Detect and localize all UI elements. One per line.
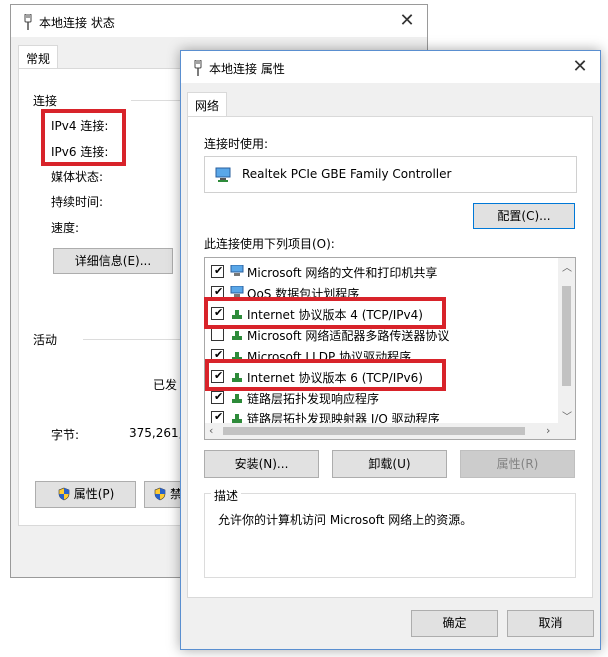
properties-window-titlebar[interactable]: 本地连接 属性 ✕ [181,51,600,83]
tab-networking[interactable]: 网络 [187,92,228,117]
checkmark-icon: ✔ [214,306,224,319]
duration-label: 持续时间: [51,195,104,209]
details-button[interactable]: 详细信息(E)... [53,248,173,274]
bytes-label: 字节: [51,428,80,442]
list-item[interactable]: Microsoft 网络适配器多路传送器协议 [205,325,555,345]
protocol-icon [232,373,242,382]
list-item-label: Microsoft 网络适配器多路传送器协议 [247,329,450,343]
list-item-label: Internet 协议版本 4 (TCP/IPv4) [247,308,423,322]
list-item[interactable]: ✔ 链路层拓扑发现响应程序 [205,388,555,408]
connection-section-header: 连接 [33,94,58,108]
description-text: 允许你的计算机访问 Microsoft 网络上的资源。 [218,513,473,527]
uninstall-button[interactable]: 卸载(U) [332,450,447,478]
checkmark-icon: ✔ [214,410,224,423]
properties-window-title: 本地连接 属性 [209,62,285,76]
protocol-icon [232,352,242,361]
checkbox[interactable]: ✔ [211,390,224,404]
checkmark-icon: ✔ [214,264,224,277]
h-scroll-thumb[interactable] [223,427,525,435]
items-list[interactable]: ✔ Microsoft 网络的文件和打印机共享 ✔ QoS 数据包计划程序 ✔ … [204,257,576,440]
network-adapter-icon [215,167,231,182]
list-item[interactable]: ✔ Microsoft LLDP 协议驱动程序 [205,346,555,366]
horizontal-scrollbar[interactable]: ‹ › [205,423,575,439]
list-item-label: Microsoft 网络的文件和打印机共享 [247,266,438,280]
network-plug-icon [194,60,202,76]
scroll-down-icon[interactable]: ﹀ [562,408,572,423]
cancel-button[interactable]: 取消 [507,610,594,637]
network-service-icon [230,286,244,297]
items-list-label: 此连接使用下列项目(O): [204,237,335,251]
checkbox[interactable]: ✔ [211,348,224,362]
tab-general[interactable]: 常规 [18,45,59,69]
ok-button[interactable]: 确定 [411,610,498,637]
status-window-titlebar[interactable]: 本地连接 状态 ✕ [11,5,427,37]
list-item-label: 链路层拓扑发现响应程序 [247,392,380,406]
protocol-icon [232,310,242,319]
status-properties-button[interactable]: 属性(P) [35,481,136,508]
uac-shield-icon [58,487,69,501]
activity-section-header: 活动 [33,333,58,347]
close-icon: ✕ [572,56,588,77]
list-item-label: Internet 协议版本 6 (TCP/IPv6) [247,371,423,385]
activity-separator [83,339,183,340]
checkmark-icon: ✔ [214,369,224,382]
close-icon: ✕ [399,10,415,31]
list-item[interactable]: ✔ Internet 协议版本 6 (TCP/IPv6) [205,367,555,387]
ipv4-connectivity-label: IPv4 连接: [51,119,109,133]
properties-close-button[interactable]: ✕ [560,51,600,83]
list-item-label: QoS 数据包计划程序 [247,287,360,301]
list-item[interactable]: ✔ QoS 数据包计划程序 [205,283,555,303]
protocol-icon [232,394,242,403]
checkbox[interactable]: ✔ [211,369,224,383]
description-header: 描述 [211,487,242,504]
scroll-right-icon[interactable]: › [546,424,550,437]
list-item-label: Microsoft LLDP 协议驱动程序 [247,350,412,364]
list-item[interactable]: ✔ Internet 协议版本 4 (TCP/IPv4) [205,304,555,324]
adapter-box: Realtek PCIe GBE Family Controller [204,156,577,193]
checkmark-icon: ✔ [214,348,224,361]
network-plug-icon [24,14,32,30]
bytes-sent-value: 375,261, [129,426,183,440]
scroll-left-icon[interactable]: ‹ [209,424,213,437]
properties-window: 本地连接 属性 ✕ 网络 连接时使用: Realtek PCIe GBE Fam… [180,50,601,650]
media-state-label: 媒体状态: [51,170,104,184]
checkbox[interactable] [211,328,224,341]
protocol-icon [232,331,242,340]
checkbox[interactable]: ✔ [211,264,224,278]
list-item[interactable]: ✔ Microsoft 网络的文件和打印机共享 [205,262,555,282]
network-share-icon [230,265,244,276]
checkmark-icon: ✔ [214,285,224,298]
item-properties-button[interactable]: 属性(R) [460,450,575,478]
scroll-up-icon[interactable]: ︿ [562,259,572,274]
status-window-title: 本地连接 状态 [39,16,115,30]
checkmark-icon: ✔ [214,390,224,403]
scroll-thumb[interactable] [562,286,571,386]
ipv6-connectivity-label: IPv6 连接: [51,145,109,159]
connect-using-label: 连接时使用: [204,137,269,151]
uac-shield-icon [154,487,166,501]
vertical-scrollbar[interactable]: ︿ ﹀ [558,258,575,425]
adapter-name: Realtek PCIe GBE Family Controller [242,167,452,181]
description-group [204,493,576,578]
configure-button[interactable]: 配置(C)... [473,203,575,229]
checkbox[interactable]: ✔ [211,306,224,320]
checkbox[interactable]: ✔ [211,285,224,299]
status-close-button[interactable]: ✕ [387,5,427,37]
sent-label: 已发 [153,378,178,392]
install-button[interactable]: 安装(N)... [204,450,319,478]
speed-label: 速度: [51,221,80,235]
